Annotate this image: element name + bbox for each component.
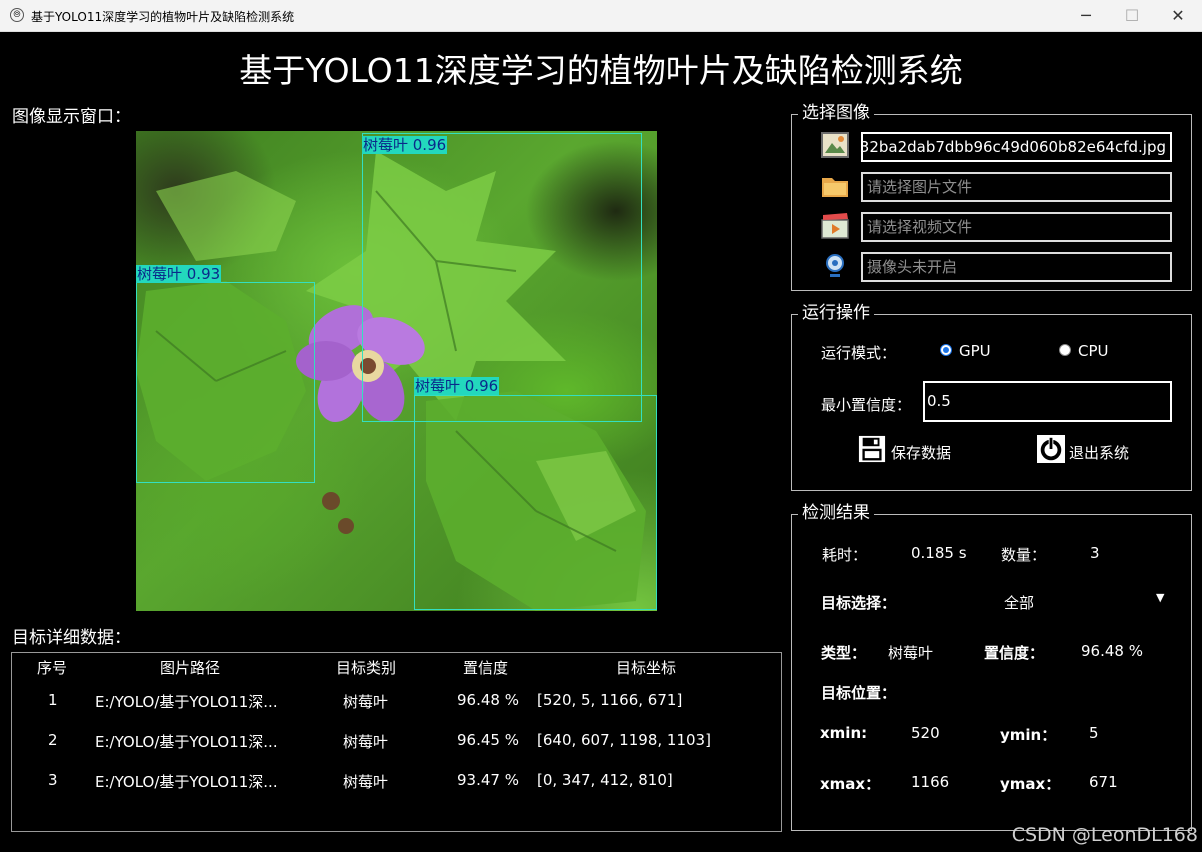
target-select-value: 全部 xyxy=(1004,594,1035,612)
cell-class: 树莓叶 xyxy=(343,693,389,711)
cell-coords: [640, 607, 1198, 1103] xyxy=(537,731,711,749)
column-header: 序号 xyxy=(37,659,68,677)
detection-label: 树莓叶 0.96 xyxy=(414,377,500,395)
app-icon: ⦾ xyxy=(10,8,24,22)
min-confidence-input[interactable]: 0.5 xyxy=(923,381,1172,422)
type-value: 树莓叶 xyxy=(888,644,934,662)
details-table: 序号 图片路径 目标类别 置信度 目标坐标 1 E:/YOLO/基于YOLO11… xyxy=(11,652,782,832)
count-value: 3 xyxy=(1090,544,1100,562)
gpu-radio[interactable] xyxy=(940,344,952,356)
column-header: 目标坐标 xyxy=(616,659,677,677)
cell-coords: [520, 5, 1166, 671] xyxy=(537,691,683,709)
target-position-label: 目标位置： xyxy=(821,684,897,702)
detection-box xyxy=(136,282,315,483)
camera-input[interactable]: 摄像头未开启 xyxy=(861,252,1172,282)
gpu-label[interactable]: GPU xyxy=(959,342,991,360)
results-title: 检测结果 xyxy=(798,503,874,523)
cell-index: 2 xyxy=(48,731,58,749)
cell-confidence: 96.48 % xyxy=(457,691,519,709)
column-header: 图片路径 xyxy=(160,659,221,677)
count-label: 数量： xyxy=(1001,546,1047,564)
target-select-label: 目标选择： xyxy=(821,594,897,612)
ymin-label: ymin： xyxy=(1000,726,1057,744)
type-label: 类型： xyxy=(821,644,867,662)
image-path-field[interactable]: 532ba2dab7dbb96c49d060b82e64cfd.jpg xyxy=(861,132,1172,162)
result-confidence-label: 置信度： xyxy=(984,644,1045,662)
close-button[interactable]: ✕ xyxy=(1155,0,1201,31)
operations-title: 运行操作 xyxy=(798,303,874,323)
xmax-value: 1166 xyxy=(911,773,950,791)
maximize-button[interactable]: ☐ xyxy=(1109,0,1155,31)
select-image-title: 选择图像 xyxy=(798,103,874,123)
cell-path: E:/YOLO/基于YOLO11深... xyxy=(95,733,278,751)
time-value: 0.185 s xyxy=(911,544,967,562)
cpu-label[interactable]: CPU xyxy=(1078,342,1109,360)
cell-confidence: 93.47 % xyxy=(457,771,519,789)
details-label: 目标详细数据： xyxy=(12,628,131,648)
window-titlebar: ⦾ 基于YOLO11深度学习的植物叶片及缺陷检测系统 ─ ☐ ✕ xyxy=(0,0,1202,32)
xmin-label: xmin: xyxy=(820,724,868,742)
cell-coords: [0, 347, 412, 810] xyxy=(537,771,673,789)
app-title: 基于YOLO11深度学习的植物叶片及缺陷检测系统 xyxy=(239,51,963,90)
window-title: 基于YOLO11深度学习的植物叶片及缺陷检测系统 xyxy=(31,10,295,24)
save-data-button[interactable]: 保存数据 xyxy=(891,442,951,463)
power-icon[interactable] xyxy=(1036,435,1066,463)
result-confidence-value: 96.48 % xyxy=(1081,642,1143,660)
detection-image: 树莓叶 0.96 树莓叶 0.93 树莓叶 0.96 xyxy=(136,131,657,611)
ymax-value: 671 xyxy=(1089,773,1118,791)
run-mode-label: 运行模式： xyxy=(821,344,897,362)
video-icon[interactable] xyxy=(820,212,850,240)
cell-index: 3 xyxy=(48,771,58,789)
save-icon[interactable] xyxy=(857,435,887,463)
image-panel-label: 图像显示窗口： xyxy=(12,107,131,127)
time-label: 耗时： xyxy=(822,546,868,564)
exit-system-button[interactable]: 退出系统 xyxy=(1069,442,1129,463)
video-file-input[interactable]: 请选择视频文件 xyxy=(861,212,1172,242)
camera-icon[interactable] xyxy=(820,252,850,280)
xmax-label: xmax： xyxy=(820,775,881,793)
column-header: 置信度 xyxy=(463,659,509,677)
cell-index: 1 xyxy=(48,691,58,709)
cell-class: 树莓叶 xyxy=(343,733,389,751)
detection-box xyxy=(362,133,642,422)
xmin-value: 520 xyxy=(911,724,940,742)
chevron-down-icon: ▼ xyxy=(1156,591,1165,604)
folder-icon[interactable] xyxy=(820,172,850,200)
detection-box xyxy=(414,395,657,610)
detection-label: 树莓叶 0.93 xyxy=(136,265,222,283)
image-file-input[interactable]: 请选择图片文件 xyxy=(861,172,1172,202)
cell-confidence: 96.45 % xyxy=(457,731,519,749)
cpu-radio[interactable] xyxy=(1059,344,1071,356)
watermark: CSDN @LeonDL168 xyxy=(1011,824,1198,846)
target-select-dropdown[interactable]: 全部 ▼ xyxy=(920,585,1175,615)
cell-class: 树莓叶 xyxy=(343,773,389,791)
cell-path: E:/YOLO/基于YOLO11深... xyxy=(95,773,278,791)
image-icon[interactable] xyxy=(820,131,850,159)
min-confidence-label: 最小置信度： xyxy=(821,396,912,414)
column-header: 目标类别 xyxy=(336,659,397,677)
ymin-value: 5 xyxy=(1089,724,1099,742)
minimize-button[interactable]: ─ xyxy=(1063,0,1109,31)
cell-path: E:/YOLO/基于YOLO11深... xyxy=(95,693,278,711)
ymax-label: ymax： xyxy=(1000,775,1061,793)
detection-label: 树莓叶 0.96 xyxy=(362,136,448,154)
